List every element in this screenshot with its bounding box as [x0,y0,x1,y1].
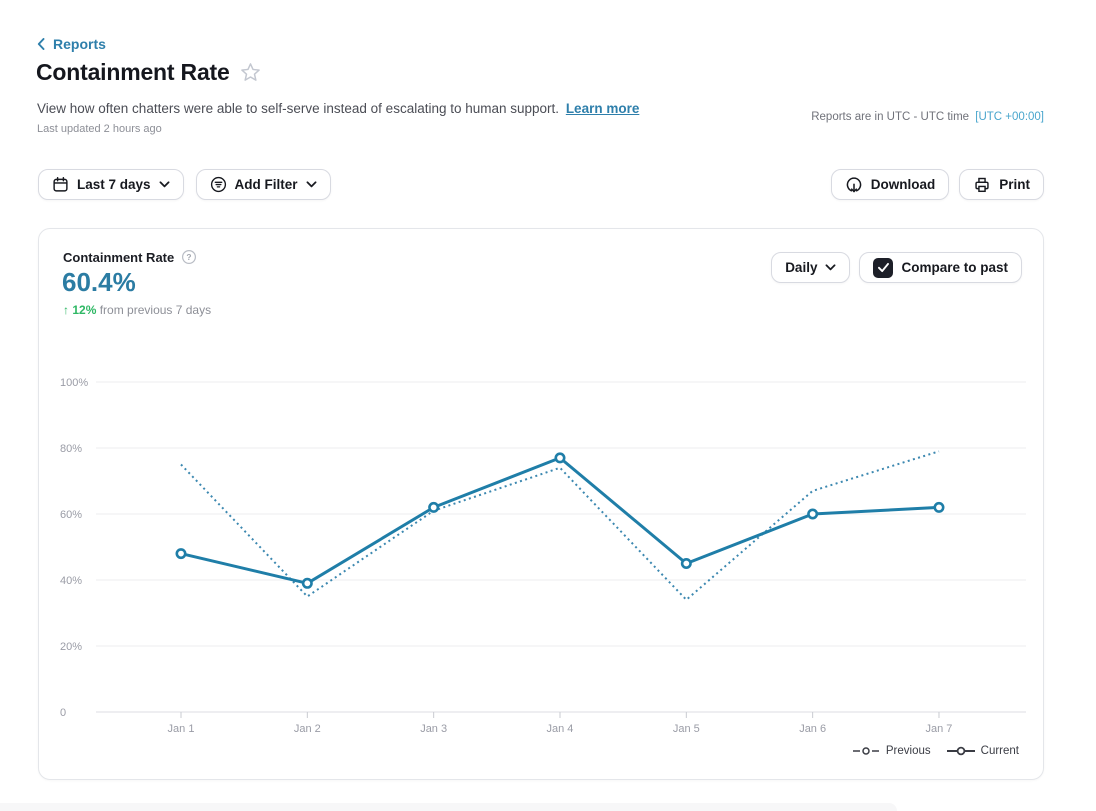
containment-rate-card: Containment Rate ? 60.4% ↑ 12% from prev… [38,228,1044,780]
print-button[interactable]: Print [959,169,1044,200]
timezone-note: Reports are in UTC - UTC time [UTC +00:0… [811,111,1044,123]
toolbar-left: Last 7 days Add Filter [38,169,331,200]
previous-series-glyph-icon [852,746,880,756]
compare-checkbox[interactable] [873,258,893,278]
title-row: Containment Rate [36,59,261,86]
containment-chart: 100% 80% 60% 40% 20% 0 Jan 1 Jan 2 Jan 3 Jan 4 Jan… [39,369,1045,745]
current-series-glyph-icon [947,746,975,756]
toolbar-right: Download Print [831,169,1044,200]
check-icon [877,262,890,273]
date-range-label: Last 7 days [77,177,151,192]
svg-text:?: ? [187,252,192,262]
compare-label: Compare to past [901,260,1008,275]
granularity-label: Daily [785,260,817,275]
svg-text:Jan 6: Jan 6 [799,723,826,735]
add-filter-button[interactable]: Add Filter [196,169,331,200]
granularity-dropdown[interactable]: Daily [771,252,850,283]
report-description: View how often chatters were able to sel… [37,101,639,116]
trend-value: 12% [72,303,96,317]
svg-text:Jan 5: Jan 5 [673,723,700,735]
compare-to-past-toggle[interactable]: Compare to past [859,252,1022,283]
star-favorite-icon[interactable] [240,62,261,83]
legend-item-current: Current [947,745,1019,757]
svg-text:20%: 20% [60,641,82,653]
calendar-icon [52,176,69,193]
trend-row: ↑ 12% from previous 7 days [63,303,211,317]
print-label: Print [999,177,1030,192]
svg-text:0: 0 [60,707,66,719]
last-updated-text: Last updated 2 hours ago [37,123,162,135]
svg-text:60%: 60% [60,509,82,521]
svg-text:Jan 2: Jan 2 [294,723,321,735]
metric-value: 60.4% [62,267,136,298]
trend-text: from previous 7 days [100,303,211,317]
metric-label-row: Containment Rate ? [63,249,197,265]
chevron-left-icon [37,38,45,50]
print-icon [973,176,991,194]
description-text: View how often chatters were able to sel… [37,101,559,116]
legend-item-previous: Previous [852,745,931,757]
containment-rate-report-page: Reports Containment Rate View how often … [0,0,1096,811]
metric-label: Containment Rate [63,250,174,265]
svg-text:Jan 7: Jan 7 [926,723,953,735]
learn-more-link[interactable]: Learn more [566,101,640,116]
add-filter-label: Add Filter [235,177,298,192]
timezone-link[interactable]: [UTC +00:00] [975,111,1044,123]
card-controls: Daily Compare to past [771,252,1022,283]
trend-up-arrow-icon: ↑ [63,303,69,317]
page-title: Containment Rate [36,59,230,86]
legend-current-label: Current [981,745,1019,757]
legend-previous-label: Previous [886,745,931,757]
filter-icon [210,176,227,193]
next-section-peek [0,803,897,811]
chart-legend: Previous Current [852,745,1019,757]
download-button[interactable]: Download [831,169,950,200]
download-cloud-icon [845,176,863,194]
timezone-note-text: Reports are in UTC - UTC time [811,111,969,123]
svg-text:100%: 100% [60,377,88,389]
svg-text:Jan 4: Jan 4 [547,723,574,735]
chevron-down-icon [306,181,317,188]
help-icon[interactable]: ? [181,249,197,265]
svg-text:80%: 80% [60,443,82,455]
breadcrumb-label: Reports [53,36,106,52]
date-range-button[interactable]: Last 7 days [38,169,184,200]
chevron-down-icon [825,264,836,271]
svg-text:Jan 3: Jan 3 [420,723,447,735]
download-label: Download [871,177,936,192]
svg-text:40%: 40% [60,575,82,587]
chevron-down-icon [159,181,170,188]
breadcrumb-back-reports[interactable]: Reports [37,36,106,52]
svg-text:Jan 1: Jan 1 [168,723,195,735]
